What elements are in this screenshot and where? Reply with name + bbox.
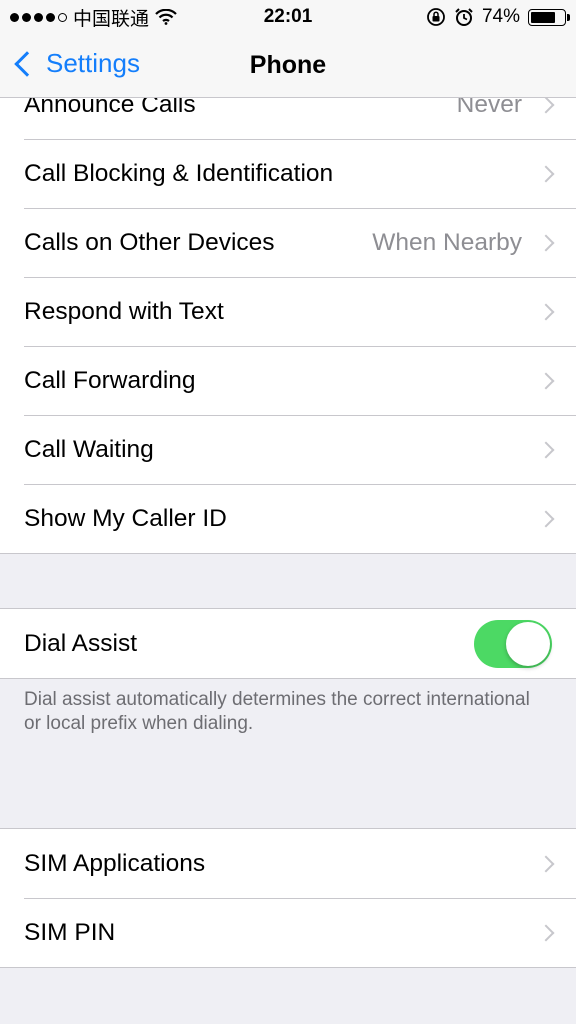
wifi-icon <box>155 9 177 25</box>
dial-assist-group: Dial Assist <box>0 608 576 679</box>
chevron-right-icon <box>537 855 555 872</box>
signal-dots-icon <box>10 12 67 22</box>
sim-group: SIM Applications SIM PIN <box>0 828 576 968</box>
row-show-my-caller-id[interactable]: Show My Caller ID <box>0 484 576 553</box>
row-label: Show My Caller ID <box>24 504 227 532</box>
navigation-bar: Settings Phone <box>0 34 576 98</box>
toggle-knob <box>506 621 550 666</box>
chevron-right-icon <box>537 96 555 113</box>
chevron-right-icon <box>537 924 555 941</box>
chevron-right-icon <box>537 510 555 527</box>
row-label: Respond with Text <box>24 297 224 325</box>
dial-assist-footnote: Dial assist automatically determines the… <box>24 689 530 734</box>
row-label: Call Blocking & Identification <box>24 159 334 187</box>
row-sim-applications[interactable]: SIM Applications <box>0 829 576 898</box>
row-call-waiting[interactable]: Call Waiting <box>0 415 576 484</box>
row-sim-pin[interactable]: SIM PIN <box>0 898 576 967</box>
row-dial-assist: Dial Assist <box>0 609 576 678</box>
battery-percent: 74% <box>481 6 520 27</box>
row-calls-on-other-devices[interactable]: Calls on Other Devices When Nearby <box>0 208 576 277</box>
calls-settings-group: Announce Calls Never Call Blocking & Ide… <box>0 70 576 554</box>
chevron-right-icon <box>537 165 555 182</box>
row-label: Dial Assist <box>24 629 138 657</box>
row-label: Calls on Other Devices <box>24 228 275 256</box>
dial-assist-toggle[interactable] <box>474 619 552 668</box>
alarm-icon <box>455 8 473 26</box>
status-left: 中国联通 <box>10 4 210 31</box>
battery-fill <box>531 11 555 23</box>
status-bar: 中国联通 22:01 74% <box>0 0 576 34</box>
battery-icon <box>528 8 570 26</box>
row-respond-with-text[interactable]: Respond with Text <box>0 277 576 346</box>
page-title: Phone <box>249 51 327 79</box>
row-label: SIM Applications <box>24 849 206 877</box>
chevron-right-icon <box>537 234 555 251</box>
rotation-lock-icon <box>427 8 445 26</box>
row-label: Call Forwarding <box>24 366 196 394</box>
chevron-right-icon <box>537 303 555 320</box>
chevron-right-icon <box>537 372 555 389</box>
row-label: Call Waiting <box>24 435 154 463</box>
row-call-forwarding[interactable]: Call Forwarding <box>0 346 576 415</box>
row-call-blocking-identification[interactable]: Call Blocking & Identification <box>0 139 576 208</box>
carrier-name: 中国联通 <box>73 8 150 30</box>
row-value: When Nearby <box>372 228 522 256</box>
chevron-right-icon <box>537 441 555 458</box>
status-right: 74% <box>426 6 570 28</box>
row-label: SIM PIN <box>24 918 116 946</box>
